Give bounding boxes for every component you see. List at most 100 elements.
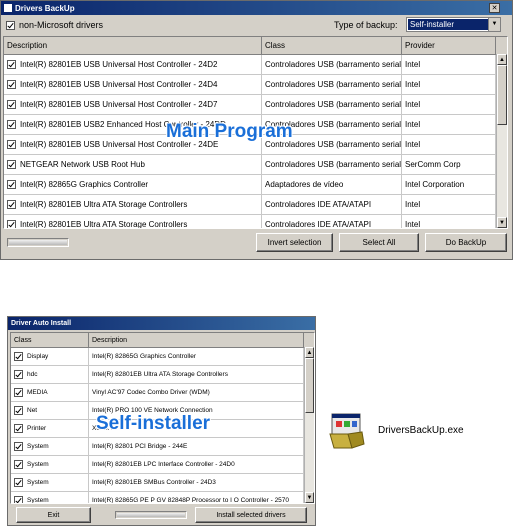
row-class: Controladores IDE ATA/ATAPI bbox=[262, 215, 402, 228]
table-row[interactable]: Intel(R) 82801EB USB Universal Host Cont… bbox=[4, 55, 507, 75]
table-row[interactable]: Intel(R) 82801EB USB Universal Host Cont… bbox=[4, 75, 507, 95]
row-class: Net bbox=[27, 407, 38, 414]
row-checkbox[interactable] bbox=[7, 180, 16, 189]
col-provider[interactable]: Provider bbox=[402, 37, 496, 54]
row-class: hdc bbox=[27, 371, 38, 378]
exe-filename: DriversBackUp.exe bbox=[378, 425, 464, 436]
main-program-caption: Main Program bbox=[166, 121, 293, 142]
row-description: Intel(R) 82865G PE P GV 82848P Processor… bbox=[89, 492, 304, 503]
row-class: System bbox=[27, 497, 49, 504]
invert-selection-button[interactable]: Invert selection bbox=[256, 233, 333, 252]
scroll-thumb[interactable] bbox=[305, 358, 314, 413]
row-checkbox[interactable] bbox=[7, 160, 16, 169]
backup-type-select[interactable]: Self-installer ▼ bbox=[406, 17, 501, 32]
row-checkbox[interactable] bbox=[14, 352, 23, 361]
col-class[interactable]: Class bbox=[262, 37, 402, 54]
row-provider: Intel bbox=[402, 75, 496, 94]
col-class[interactable]: Class bbox=[11, 333, 89, 347]
row-class: Controladores USB (barramento serial... bbox=[262, 75, 402, 94]
row-class: Controladores USB (barramento serial... bbox=[262, 55, 402, 74]
row-class: System bbox=[27, 461, 49, 468]
main-toolbar: non-Microsoft drivers Type of backup: Se… bbox=[1, 3, 512, 35]
row-class: Controladores USB (barramento serial... bbox=[262, 155, 402, 174]
row-checkbox[interactable] bbox=[7, 220, 16, 228]
scroll-down-icon[interactable]: ▼ bbox=[305, 492, 314, 503]
non-microsoft-label: non-Microsoft drivers bbox=[19, 20, 104, 30]
row-class: Printer bbox=[27, 425, 47, 432]
close-icon[interactable]: ✕ bbox=[489, 3, 500, 13]
row-checkbox[interactable] bbox=[14, 460, 23, 469]
table-header: Description Class Provider bbox=[4, 37, 507, 55]
row-class: Controladores USB (barramento serial... bbox=[262, 95, 402, 114]
exit-button[interactable]: Exit bbox=[16, 507, 91, 523]
select-all-button[interactable]: Select All bbox=[339, 233, 419, 252]
row-checkbox[interactable] bbox=[14, 496, 23, 503]
row-description: Intel(R) 82801EB LPC Interface Controlle… bbox=[89, 456, 304, 473]
row-description: Intel(R) 82801 PCI Bridge - 244E bbox=[89, 438, 304, 455]
row-checkbox[interactable] bbox=[7, 100, 16, 109]
row-checkbox[interactable] bbox=[7, 80, 16, 89]
row-class: Display bbox=[27, 353, 49, 360]
row-description: NETGEAR Network USB Root Hub bbox=[20, 160, 145, 169]
main-progress-bar bbox=[7, 238, 69, 247]
installer-scrollbar[interactable]: ▲ ▼ bbox=[304, 347, 314, 503]
row-description: Intel(R) 82801EB USB Universal Host Cont… bbox=[20, 60, 218, 69]
chevron-down-icon[interactable]: ▼ bbox=[488, 18, 500, 31]
col-description[interactable]: Description bbox=[4, 37, 262, 54]
table-row[interactable]: Display Intel(R) 82865G Graphics Controll… bbox=[11, 348, 314, 366]
table-row[interactable]: NETGEAR Network USB Root Hub Controladore… bbox=[4, 155, 507, 175]
table-row[interactable]: MEDIA Vinyl AC'97 Codec Combo Driver (WDM… bbox=[11, 384, 314, 402]
row-checkbox[interactable] bbox=[7, 120, 16, 129]
row-provider: SerComm Corp bbox=[402, 155, 496, 174]
row-provider: Intel Corporation bbox=[402, 175, 496, 194]
table-row[interactable]: hdc Intel(R) 82801EB Ultra ATA Storage Co… bbox=[11, 366, 314, 384]
row-checkbox[interactable] bbox=[14, 370, 23, 379]
row-class: System bbox=[27, 479, 49, 486]
col-description[interactable]: Description bbox=[89, 333, 304, 347]
backup-type-label: Type of backup: bbox=[334, 20, 398, 30]
main-title: Drivers BackUp bbox=[15, 3, 75, 13]
row-description: Intel(R) 82865G Graphics Controller bbox=[89, 348, 304, 365]
table-row[interactable]: Intel(R) 82801EB Ultra ATA Storage Contr… bbox=[4, 195, 507, 215]
progress-fill bbox=[117, 513, 185, 517]
row-provider: Intel bbox=[402, 195, 496, 214]
row-checkbox[interactable] bbox=[14, 478, 23, 487]
table-row[interactable]: Intel(R) 82865G Graphics Controller Adapt… bbox=[4, 175, 507, 195]
install-selected-button[interactable]: Install selected drivers bbox=[195, 507, 307, 523]
row-provider: Intel bbox=[402, 55, 496, 74]
row-description: Intel(R) 82801EB Ultra ATA Storage Contr… bbox=[20, 200, 188, 209]
app-icon bbox=[4, 4, 12, 12]
row-provider: Intel bbox=[402, 215, 496, 228]
scroll-up-icon[interactable]: ▲ bbox=[497, 54, 507, 65]
table-row[interactable]: System Intel(R) 82801 PCI Bridge - 244E bbox=[11, 438, 314, 456]
row-checkbox[interactable] bbox=[7, 140, 16, 149]
scroll-down-icon[interactable]: ▼ bbox=[497, 217, 507, 228]
table-row[interactable]: Intel(R) 82801EB Ultra ATA Storage Contr… bbox=[4, 215, 507, 228]
row-checkbox[interactable] bbox=[14, 406, 23, 415]
backup-type-value: Self-installer bbox=[408, 19, 488, 30]
progress-fill bbox=[9, 240, 67, 245]
row-provider: Intel bbox=[402, 135, 496, 154]
non-microsoft-checkbox[interactable] bbox=[6, 20, 15, 30]
row-class: Controladores IDE ATA/ATAPI bbox=[262, 195, 402, 214]
scroll-thumb[interactable] bbox=[497, 65, 507, 125]
installer-table-header: Class Description bbox=[11, 333, 314, 348]
row-description: Vinyl AC'97 Codec Combo Driver (WDM) bbox=[89, 384, 304, 401]
row-checkbox[interactable] bbox=[14, 388, 23, 397]
installer-titlebar: Driver Auto Install bbox=[8, 317, 315, 330]
row-class: MEDIA bbox=[27, 389, 48, 396]
row-checkbox[interactable] bbox=[7, 60, 16, 69]
do-backup-button[interactable]: Do BackUp bbox=[425, 233, 507, 252]
row-class: System bbox=[27, 443, 49, 450]
table-row[interactable]: System Intel(R) 82865G PE P GV 82848P Pro… bbox=[11, 492, 314, 504]
table-row[interactable]: System Intel(R) 82801EB LPC Interface Con… bbox=[11, 456, 314, 474]
row-checkbox[interactable] bbox=[7, 200, 16, 209]
main-scrollbar[interactable]: ▲ ▼ bbox=[496, 54, 507, 228]
row-checkbox[interactable] bbox=[14, 424, 23, 433]
installer-icon[interactable] bbox=[328, 412, 368, 452]
table-row[interactable]: System Intel(R) 82801EB SMBus Controller … bbox=[11, 474, 314, 492]
scroll-up-icon[interactable]: ▲ bbox=[305, 347, 314, 358]
row-provider: Intel bbox=[402, 95, 496, 114]
table-row[interactable]: Intel(R) 82801EB USB Universal Host Cont… bbox=[4, 95, 507, 115]
row-checkbox[interactable] bbox=[14, 442, 23, 451]
